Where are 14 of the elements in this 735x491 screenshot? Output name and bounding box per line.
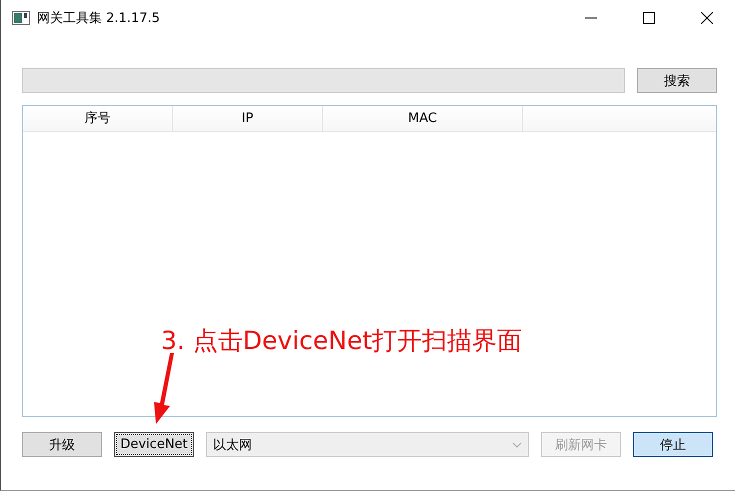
action-button[interactable]: DeviceNet — [114, 432, 194, 457]
stop-button[interactable]: 停止 — [633, 432, 713, 457]
chevron-down-icon — [512, 442, 522, 448]
window-title: 网关工具集 2.1.17.5 — [37, 10, 160, 27]
column-header[interactable]: MAC — [323, 106, 523, 131]
action-button[interactable]: 升级 — [22, 432, 102, 457]
search-button[interactable]: 搜索 — [637, 68, 717, 93]
column-header[interactable]: IP — [173, 106, 323, 131]
close-icon[interactable] — [701, 12, 713, 24]
search-field[interactable] — [22, 68, 625, 93]
app-icon — [12, 11, 30, 25]
annotation-text: 3. 点击DeviceNet打开扫描界面 — [161, 325, 522, 357]
column-header[interactable]: 序号 — [23, 106, 173, 131]
maximize-icon[interactable] — [643, 12, 655, 24]
